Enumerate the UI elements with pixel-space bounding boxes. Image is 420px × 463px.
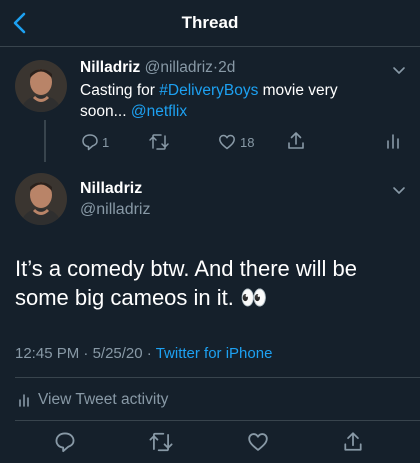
chevron-down-icon[interactable] [391,62,407,78]
divider [15,377,420,378]
analytics-button[interactable] [385,132,401,150]
share-button[interactable] [342,431,364,453]
thread-connector-line [44,120,46,162]
reply-button[interactable] [54,431,76,453]
view-activity-label: View Tweet activity [38,391,169,408]
mention-link[interactable]: @netflix [131,103,187,120]
retweet-button[interactable] [148,133,176,151]
tweet-text: It’s a comedy btw. And there will be som… [15,256,357,310]
retweet-icon [149,134,169,150]
tweet-time[interactable]: 2d [218,59,235,76]
author-handle[interactable]: @nilladriz [145,59,213,76]
separator: · [83,345,89,362]
like-count: 18 [240,134,255,150]
tweet-meta: 12:45 PM · 5/25/20 · Twitter for iPhone [15,345,272,362]
retweet-button[interactable] [148,431,174,453]
divider [15,420,420,421]
tweet-source-link[interactable]: Twitter for iPhone [156,345,273,362]
share-button[interactable] [286,131,306,151]
retweet-icon [149,432,173,452]
analytics-icon [19,394,29,407]
reply-count: 1 [102,134,110,150]
tweet-time[interactable]: 12:45 PM [15,345,79,362]
author-name[interactable]: Nilladriz [80,180,142,198]
view-activity-button[interactable]: View Tweet activity [18,391,168,409]
heart-icon [248,433,268,451]
tweet-text-prefix: Casting for [80,82,160,99]
reply-icon [82,134,98,151]
tweet-text: Casting for #DeliveryBoys movie very soo… [80,80,385,122]
analytics-icon [387,134,399,149]
like-button[interactable]: 18 [218,133,254,151]
reply-icon [55,432,75,453]
avatar[interactable] [15,173,67,225]
separator: · [146,345,152,362]
tweet1-header: Nilladriz @nilladriz·2d [80,59,235,77]
page-title: Thread [181,13,239,32]
reply-button[interactable]: 1 [81,133,109,151]
share-icon [344,432,362,451]
heart-icon [219,134,235,150]
top-bar: Thread [0,0,420,47]
avatar[interactable] [15,60,67,112]
hashtag-link[interactable]: #DeliveryBoys [159,82,258,99]
tweet-date[interactable]: 5/25/20 [93,345,143,362]
author-handle[interactable]: @nilladriz [80,201,150,219]
chevron-down-icon[interactable] [391,182,407,198]
like-button[interactable] [247,431,269,453]
author-name[interactable]: Nilladriz [80,59,140,76]
share-icon [288,132,304,149]
